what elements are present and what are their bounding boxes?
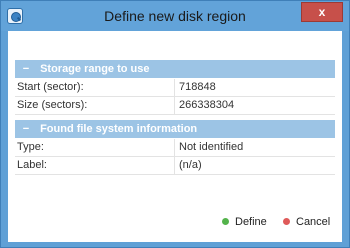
collapse-minus-icon[interactable]: − (15, 120, 37, 138)
property-row-size-sectors: Size (sectors): 266338304 (15, 97, 335, 115)
cancel-button-label: Cancel (296, 216, 331, 228)
property-value: Not identified (179, 141, 244, 153)
section-header-storage-range[interactable]: − Storage range to use (15, 60, 335, 78)
section-title: Storage range to use (40, 63, 150, 75)
red-dot-icon (283, 218, 290, 225)
property-row-start-sector: Start (sector): 718848 (15, 79, 335, 97)
close-button[interactable]: x (301, 2, 343, 22)
property-value: 718848 (179, 81, 216, 93)
dialog-body: − Storage range to use Start (sector): 7… (8, 31, 342, 242)
property-row-type: Type: Not identified (15, 139, 335, 157)
define-button-label: Define (235, 216, 267, 228)
section-header-found-file-system[interactable]: − Found file system information (15, 120, 335, 138)
property-label: Type: (17, 139, 175, 156)
property-value: (n/a) (179, 159, 202, 171)
property-row-label: Label: (n/a) (15, 157, 335, 175)
dialog-window: Define new disk region x − Storage range… (0, 0, 350, 248)
define-button[interactable]: Define (222, 214, 267, 230)
property-label: Size (sectors): (17, 97, 175, 114)
window-title: Define new disk region (104, 8, 246, 24)
title-bar[interactable]: Define new disk region x (1, 1, 349, 31)
collapse-minus-icon[interactable]: − (15, 60, 37, 78)
section-title: Found file system information (40, 123, 198, 135)
close-icon: x (318, 5, 326, 19)
cancel-button[interactable]: Cancel (283, 214, 330, 230)
property-value: 266338304 (179, 99, 235, 111)
green-dot-icon (222, 218, 229, 225)
property-label: Label: (17, 157, 175, 174)
property-label: Start (sector): (17, 79, 175, 96)
